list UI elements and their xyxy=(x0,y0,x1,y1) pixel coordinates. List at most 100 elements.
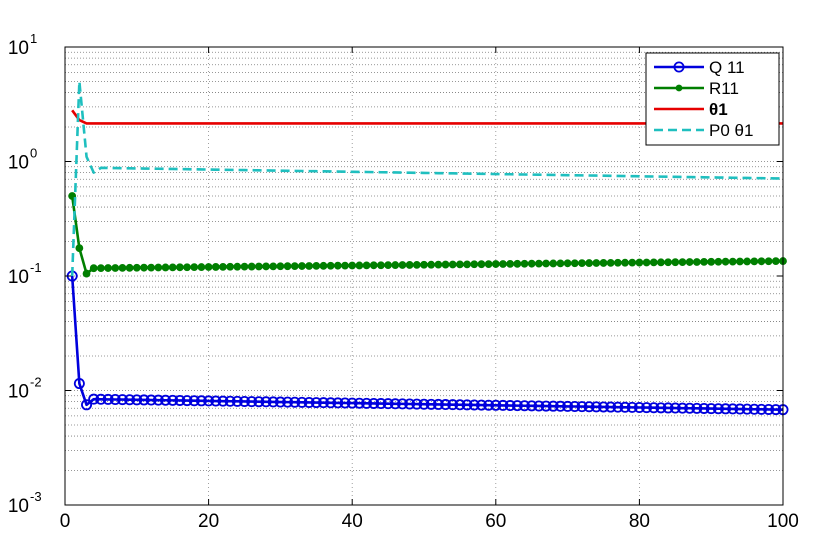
y-tick-base: 10 xyxy=(8,496,29,517)
data-point xyxy=(183,263,191,272)
data-point xyxy=(750,257,759,266)
chart: 0 20 40 60 80 10010 -310 -210 -110 010 1 Q 11R11θ1… xyxy=(0,0,830,554)
data-point xyxy=(269,262,278,271)
legend-label: R11 xyxy=(709,79,739,98)
data-point xyxy=(456,260,464,269)
data-point xyxy=(319,261,328,270)
data-point xyxy=(534,259,543,268)
data-point xyxy=(563,259,572,268)
x-tick-label: 80 xyxy=(629,511,650,532)
data-point xyxy=(520,259,529,268)
y-tick-base: 10 xyxy=(8,38,29,59)
data-point xyxy=(154,263,163,272)
legend-marker xyxy=(675,84,683,92)
x-tick-label: 0 xyxy=(60,511,71,532)
data-point xyxy=(362,261,371,270)
data-point xyxy=(657,258,665,267)
data-point xyxy=(664,258,673,267)
data-point xyxy=(721,257,730,266)
legend-label: Q 11 xyxy=(709,58,745,77)
data-point xyxy=(434,260,443,269)
data-point xyxy=(168,263,177,272)
data-point xyxy=(104,264,112,272)
data-point xyxy=(197,263,206,271)
data-point xyxy=(621,258,629,267)
data-point xyxy=(743,257,751,266)
data-point xyxy=(348,261,357,270)
legend-label: P0 θ1 xyxy=(709,121,753,140)
data-point xyxy=(326,261,335,270)
data-point xyxy=(420,260,428,269)
data-point xyxy=(542,259,550,268)
data-point xyxy=(89,264,98,273)
x-tick-label: 60 xyxy=(485,511,506,532)
data-point xyxy=(685,258,694,266)
data-point xyxy=(82,269,91,278)
data-point xyxy=(678,258,687,267)
data-point xyxy=(549,259,558,268)
data-point xyxy=(728,257,737,266)
data-point xyxy=(448,260,457,269)
data-point xyxy=(233,262,242,271)
data-point xyxy=(613,258,622,267)
data-point xyxy=(369,261,378,270)
data-point xyxy=(714,257,723,266)
data-point xyxy=(499,260,507,268)
data-point xyxy=(585,259,594,267)
data-point xyxy=(628,258,637,267)
data-point xyxy=(527,259,536,268)
data-point xyxy=(240,262,249,271)
data-point xyxy=(262,262,270,271)
data-point xyxy=(736,257,744,266)
legend: Q 11 R11 θ1 P0 θ1 xyxy=(645,52,780,146)
data-point xyxy=(118,263,127,272)
x-tick-label: 20 xyxy=(198,511,219,532)
data-point xyxy=(391,261,400,269)
data-point xyxy=(355,261,364,270)
data-point xyxy=(405,261,414,269)
data-point xyxy=(377,261,385,270)
x-tick-label: 100 xyxy=(767,511,799,532)
data-point xyxy=(463,260,471,269)
data-point xyxy=(298,262,306,270)
y-tick-exponent: 1 xyxy=(30,31,37,46)
y-tick-label: 10 xyxy=(8,38,29,59)
y-tick-exponent: -2 xyxy=(30,375,42,390)
y-tick-label: 10 xyxy=(8,153,29,174)
data-point xyxy=(204,263,213,271)
data-point xyxy=(147,263,156,272)
data-point xyxy=(578,259,586,268)
data-point xyxy=(140,263,148,272)
data-point xyxy=(491,260,500,268)
data-point xyxy=(606,258,615,267)
data-point xyxy=(427,260,436,269)
y-tick-base: 10 xyxy=(8,153,29,174)
data-point xyxy=(341,261,349,270)
data-point xyxy=(283,262,292,271)
y-tick-exponent: -1 xyxy=(30,260,42,275)
data-point xyxy=(556,259,565,268)
data-point xyxy=(707,257,716,266)
data-point xyxy=(247,262,256,271)
y-tick-label: 10 xyxy=(8,267,29,288)
data-point xyxy=(132,263,141,272)
y-tick-exponent: 0 xyxy=(30,146,37,161)
data-point xyxy=(441,260,450,269)
data-point xyxy=(592,259,601,267)
data-point xyxy=(570,259,579,268)
data-point xyxy=(254,262,263,271)
data-point xyxy=(226,262,235,271)
data-point xyxy=(290,262,299,271)
data-point xyxy=(211,263,220,271)
data-point xyxy=(333,261,342,270)
data-point xyxy=(477,260,486,269)
data-point xyxy=(757,257,766,266)
data-point xyxy=(305,262,314,270)
data-point xyxy=(161,263,170,272)
data-point xyxy=(75,244,84,253)
data-point xyxy=(219,262,227,271)
data-point xyxy=(398,261,407,269)
data-point xyxy=(649,258,658,267)
y-tick-base: 10 xyxy=(8,267,29,288)
data-point xyxy=(190,263,199,272)
